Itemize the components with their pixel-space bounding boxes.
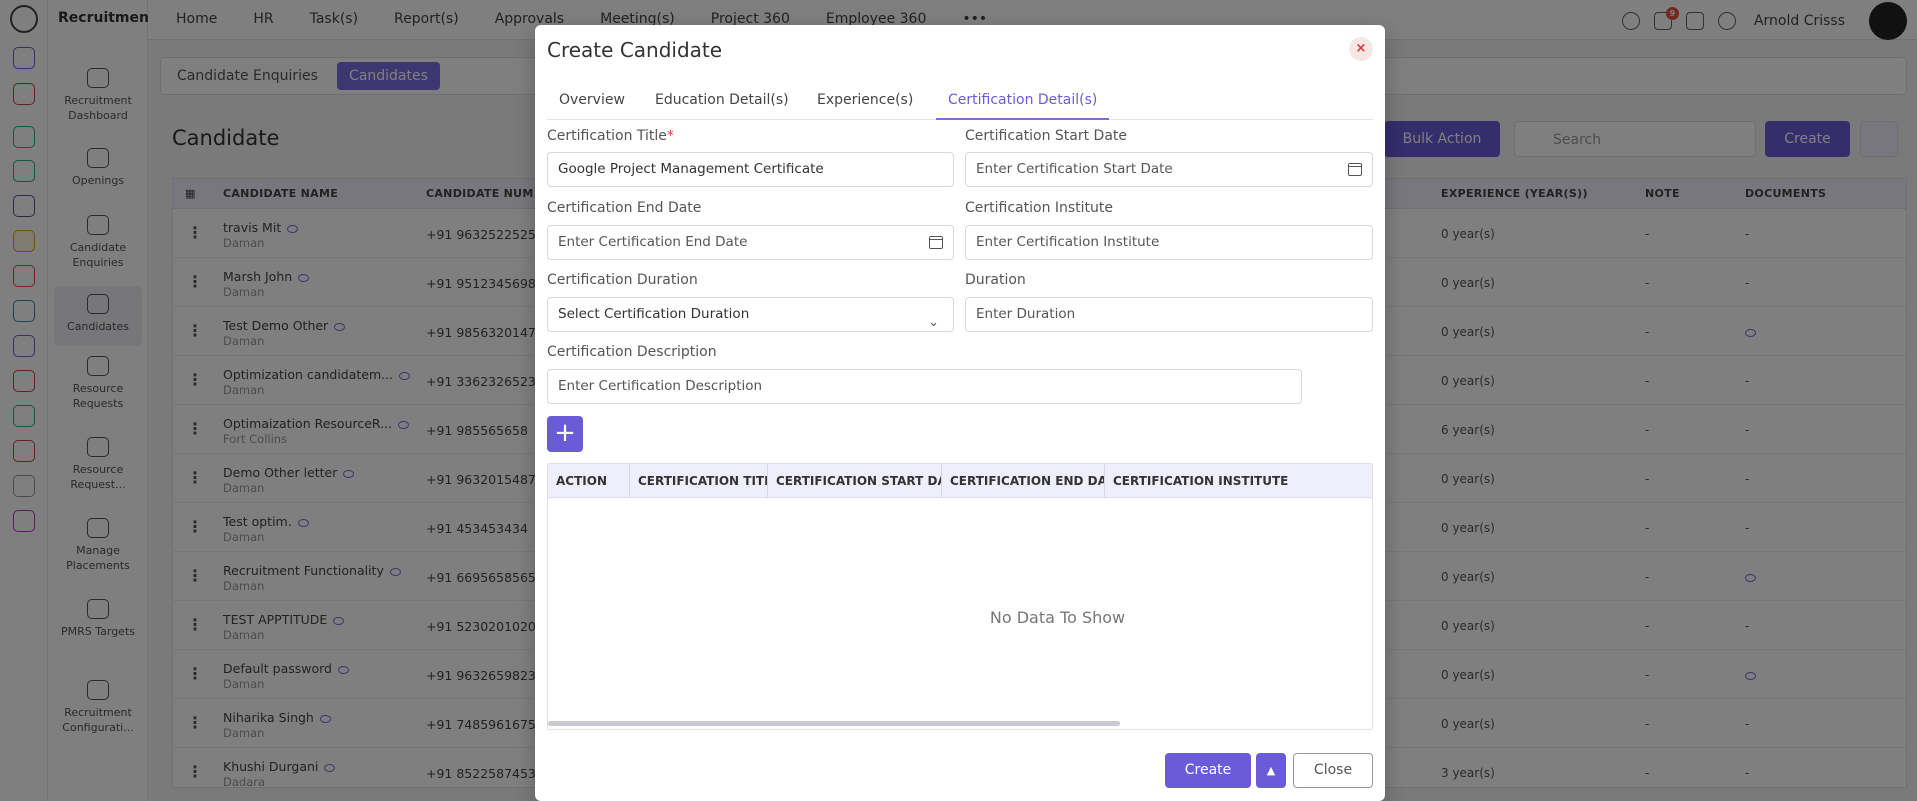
create-options-button[interactable]: ▲ bbox=[1256, 753, 1286, 788]
duration-label: Duration bbox=[965, 272, 1026, 288]
empty-state: No Data To Show bbox=[989, 608, 1126, 627]
certification-table: ACTION CERTIFICATION TITLE CERTIFICATION… bbox=[547, 463, 1373, 730]
col-cert-start[interactable]: CERTIFICATION START DATE bbox=[768, 464, 942, 498]
end-date-label: Certification End Date bbox=[547, 200, 702, 216]
col-cert-institute[interactable]: CERTIFICATION INSTITUTE bbox=[1105, 464, 1372, 498]
institute-label: Certification Institute bbox=[965, 200, 1114, 216]
calendar-icon[interactable] bbox=[1348, 163, 1362, 176]
institute-input[interactable]: Enter Certification Institute bbox=[965, 225, 1373, 260]
create-candidate-dialog: Create Candidate × Overview Education De… bbox=[535, 25, 1385, 801]
description-label: Certification Description bbox=[547, 344, 717, 360]
col-cert-title[interactable]: CERTIFICATION TITLE bbox=[630, 464, 768, 498]
calendar-icon[interactable] bbox=[929, 236, 943, 249]
dialog-title: Create Candidate bbox=[547, 38, 723, 62]
add-certification-button[interactable]: + bbox=[547, 416, 583, 452]
cert-title-label: Certification Title* bbox=[547, 128, 674, 144]
start-date-input[interactable]: Enter Certification Start Date bbox=[965, 152, 1373, 187]
start-date-label: Certification Start Date bbox=[965, 128, 1127, 144]
tab-certification-details[interactable]: Certification Detail(s) bbox=[936, 80, 1110, 120]
app-root: Recruitment Recruitment Dashboard Openin… bbox=[0, 0, 1917, 801]
start-date-placeholder: Enter Certification Start Date bbox=[976, 161, 1173, 177]
close-icon[interactable]: × bbox=[1349, 37, 1373, 61]
end-date-placeholder: Enter Certification End Date bbox=[558, 234, 748, 250]
required-marker: * bbox=[666, 128, 674, 144]
duration-select-label: Certification Duration bbox=[547, 272, 698, 288]
horizontal-scrollbar[interactable] bbox=[548, 721, 1120, 726]
cert-title-input[interactable]: Google Project Management Certificate bbox=[547, 152, 954, 187]
cert-title-label-text: Certification Title bbox=[547, 128, 667, 144]
duration-input[interactable]: Enter Duration bbox=[965, 297, 1373, 332]
chevron-down-icon[interactable]: ⌄ bbox=[928, 306, 939, 339]
col-cert-end[interactable]: CERTIFICATION END DATE bbox=[942, 464, 1105, 498]
duration-select[interactable]: Select Certification Duration ⌄ bbox=[547, 297, 954, 332]
certification-table-header: ACTION CERTIFICATION TITLE CERTIFICATION… bbox=[548, 464, 1372, 498]
create-submit-button[interactable]: Create bbox=[1165, 753, 1251, 788]
end-date-input[interactable]: Enter Certification End Date bbox=[547, 225, 954, 260]
dialog-tabs: Overview Education Detail(s) Experience(… bbox=[547, 80, 1373, 120]
description-input[interactable]: Enter Certification Description bbox=[547, 369, 1302, 404]
duration-select-value: Select Certification Duration bbox=[558, 306, 750, 322]
tab-experiences[interactable]: Experience(s) bbox=[805, 80, 925, 120]
col-action[interactable]: ACTION bbox=[548, 464, 630, 498]
close-button[interactable]: Close bbox=[1293, 753, 1373, 788]
tab-overview[interactable]: Overview bbox=[547, 80, 637, 120]
tab-education-details[interactable]: Education Detail(s) bbox=[643, 80, 801, 120]
